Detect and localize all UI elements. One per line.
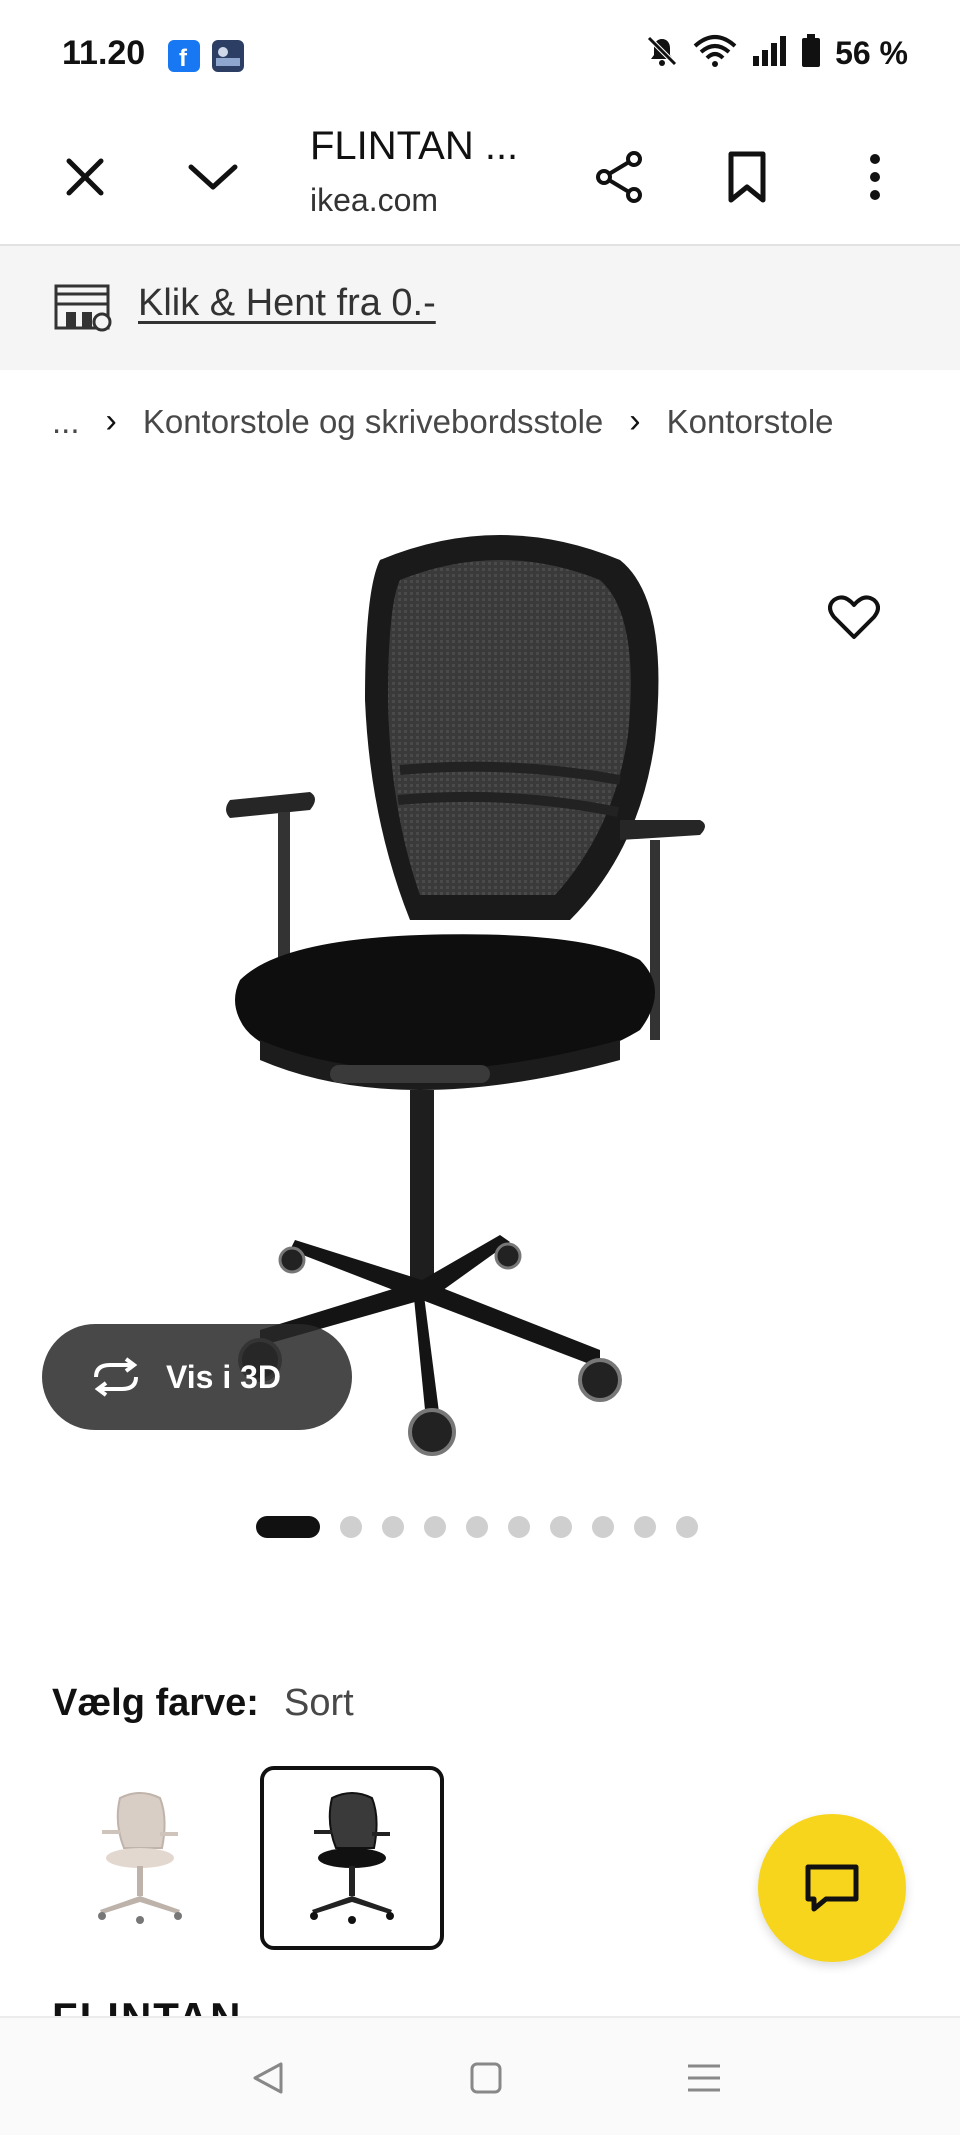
signal-icon [751, 34, 787, 73]
rotate-3d-icon [94, 1357, 138, 1397]
system-nav-bar [0, 2016, 960, 2135]
svg-text:f: f [179, 45, 188, 72]
image-carousel-indicator [256, 1516, 698, 1538]
carousel-dot[interactable] [508, 1516, 530, 1538]
view-in-3d-button[interactable]: Vis i 3D [42, 1324, 352, 1430]
facebook-icon: f [168, 40, 200, 72]
recents-button[interactable] [674, 2048, 734, 2108]
battery-icon [801, 34, 821, 73]
promo-banner[interactable]: Klik & Hent fra 0.- [0, 246, 960, 370]
minimize-tab-button[interactable] [168, 132, 258, 222]
color-swatch-beige[interactable] [48, 1766, 232, 1950]
carousel-dot[interactable] [382, 1516, 404, 1538]
carousel-dot[interactable] [634, 1516, 656, 1538]
tab-url[interactable]: ikea.com [310, 182, 438, 219]
share-button[interactable] [574, 132, 664, 222]
status-time: 11.20 [62, 34, 146, 72]
share-icon [596, 151, 642, 203]
close-tab-button[interactable] [40, 132, 130, 222]
carousel-dot[interactable] [424, 1516, 446, 1538]
home-square-icon [470, 2062, 502, 2094]
breadcrumb: ... › Kontorstole og skrivebordsstole › … [52, 402, 834, 441]
wifi-icon [693, 34, 737, 73]
chevron-down-icon [188, 164, 238, 190]
menu-lines-icon [688, 2064, 720, 2092]
carousel-dot-active[interactable] [256, 1516, 320, 1538]
promo-link[interactable]: Klik & Hent fra 0.- [138, 282, 436, 325]
carousel-dot[interactable] [466, 1516, 488, 1538]
product-name: FLINTAN [52, 1994, 243, 2018]
chat-button[interactable] [758, 1814, 906, 1962]
back-triangle-icon [253, 2062, 283, 2094]
breadcrumb-ellipsis[interactable]: ... [52, 403, 80, 441]
carousel-dot[interactable] [592, 1516, 614, 1538]
more-menu-button[interactable] [830, 132, 920, 222]
chair-thumbnail-black [310, 1792, 394, 1924]
carousel-dot[interactable] [550, 1516, 572, 1538]
heart-icon [828, 595, 880, 639]
home-button[interactable] [456, 2048, 516, 2108]
weather-icon [212, 40, 244, 72]
store-pickup-icon [54, 284, 112, 332]
browser-toolbar: FLINTAN ... ikea.com [0, 110, 960, 246]
mute-icon [645, 34, 679, 73]
chevron-right-icon: › [629, 402, 641, 440]
status-bar: 11.20 f 56 % [0, 0, 960, 110]
close-icon [66, 158, 104, 196]
chat-icon [805, 1864, 859, 1912]
status-right-group: 56 % [645, 34, 908, 73]
tab-title[interactable]: FLINTAN ... [310, 124, 518, 169]
carousel-dot[interactable] [340, 1516, 362, 1538]
chair-thumbnail-beige [98, 1792, 182, 1924]
bookmark-button[interactable] [702, 132, 792, 222]
color-value: Sort [284, 1682, 354, 1724]
view-in-3d-label: Vis i 3D [166, 1358, 282, 1395]
back-button[interactable] [238, 2048, 298, 2108]
carousel-dot[interactable] [676, 1516, 698, 1538]
chevron-right-icon: › [105, 402, 117, 440]
bookmark-icon [728, 151, 766, 203]
color-label: Vælg farve: [52, 1682, 259, 1724]
breadcrumb-item-kontorstole-og-skrivebordsstole[interactable]: Kontorstole og skrivebordsstole [143, 403, 603, 441]
more-icon [870, 154, 880, 200]
breadcrumb-item-kontorstole[interactable]: Kontorstole [667, 403, 834, 441]
color-swatch-black-selected[interactable] [260, 1766, 444, 1950]
battery-percent: 56 % [835, 35, 908, 71]
favorite-button[interactable] [820, 584, 888, 652]
